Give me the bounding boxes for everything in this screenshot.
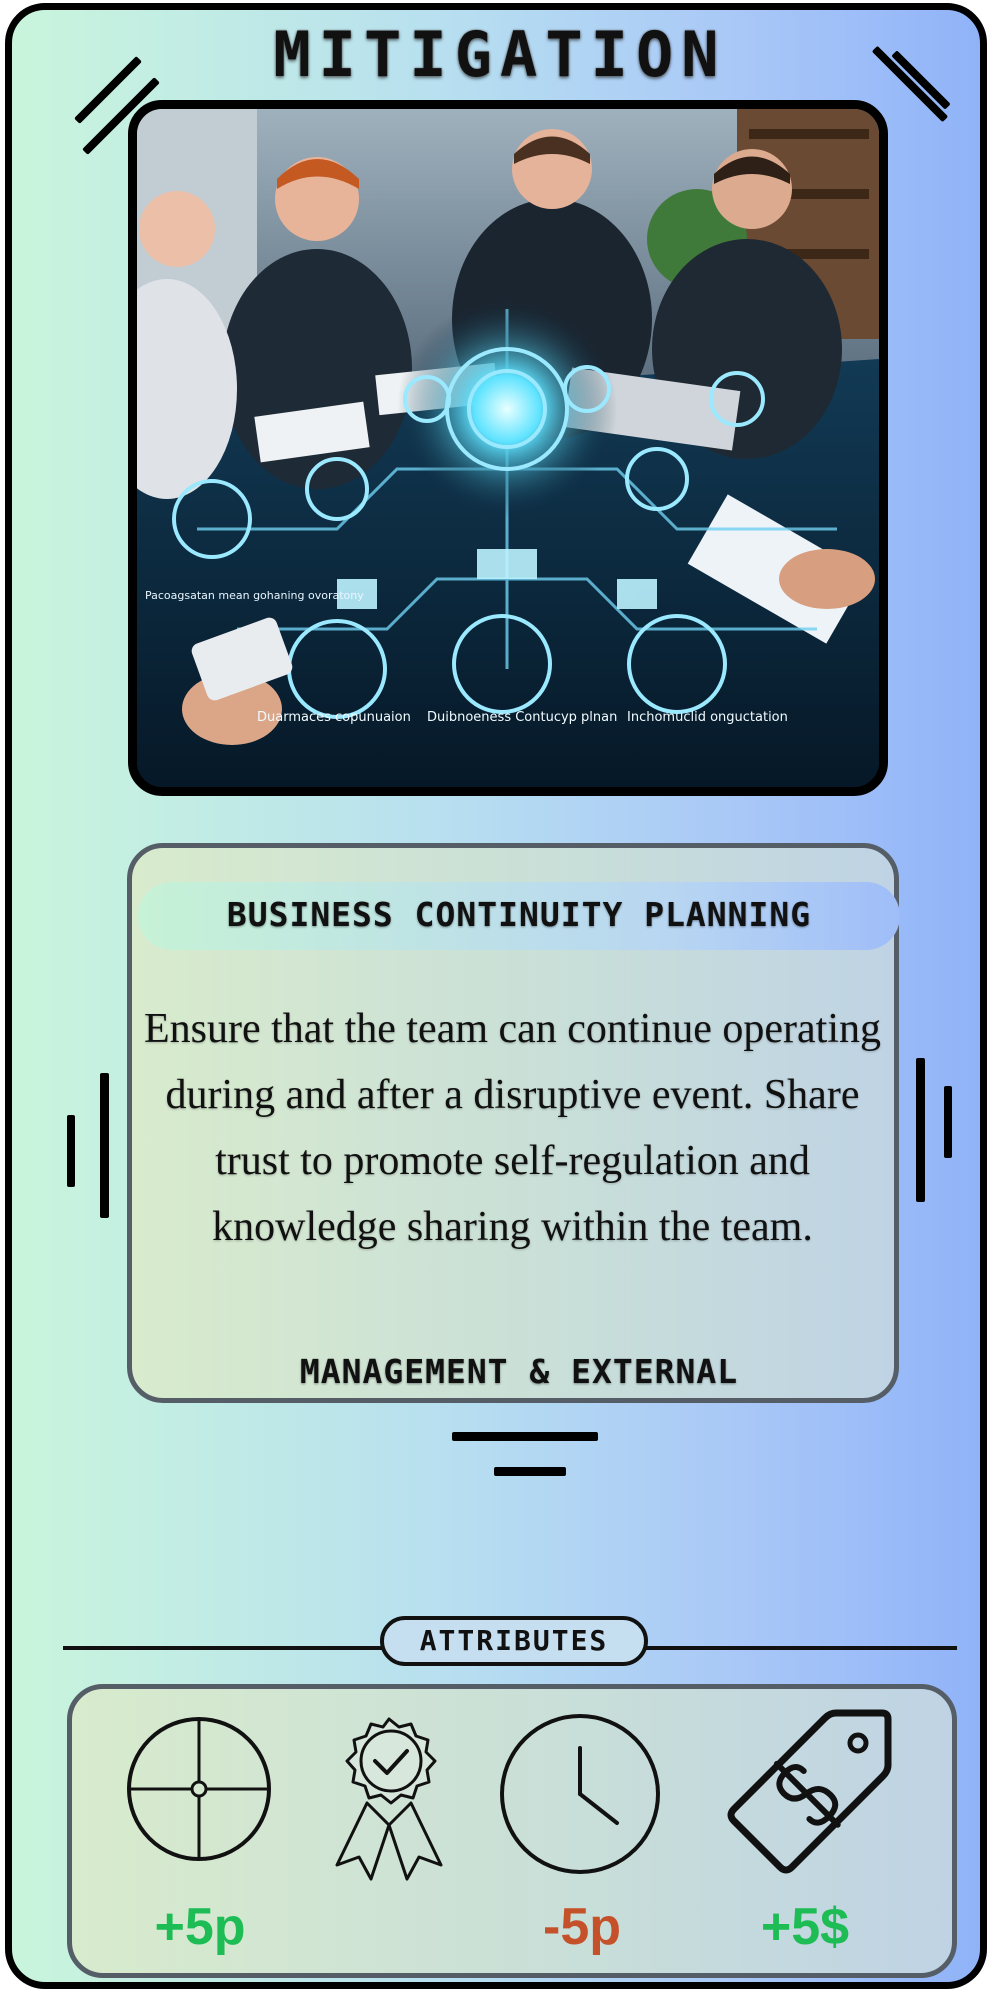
side-bar-right-long — [916, 1058, 925, 1202]
card-subtitle: BUSINESS CONTINUITY PLANNING — [226, 895, 812, 934]
attributes-label: ATTRIBUTES — [380, 1616, 648, 1666]
side-bar-right-short — [944, 1086, 952, 1158]
divider-bar-long — [452, 1432, 598, 1441]
award-ribbon-icon — [335, 1717, 443, 1881]
card-description: Ensure that the team can continue operat… — [143, 1006, 882, 1250]
card-category: MANAGEMENT & EXTERNAL — [299, 1352, 739, 1391]
price-tag-dollar-icon — [727, 1709, 892, 1874]
crosshair-icon — [127, 1717, 271, 1861]
divider-bar-short — [494, 1467, 566, 1476]
attribute-value-3: -5p — [543, 1898, 621, 1956]
side-bar-left-long — [100, 1073, 109, 1218]
image-caption-left: Pacoagsatan mean gohaning ovoratony — [145, 589, 364, 602]
attribute-value-4: +5$ — [760, 1898, 850, 1956]
image-caption-2: Duibnoeness Contucyp plnan — [427, 710, 617, 725]
image-caption-1: Duarmaces copunuaion — [257, 710, 411, 725]
meeting-illustration: Pacoagsatan mean gohaning ovoratony Duar… — [137, 109, 879, 787]
card-illustration: Pacoagsatan mean gohaning ovoratony Duar… — [128, 100, 888, 796]
image-caption-3: Inchomuclid onguctation — [627, 710, 788, 725]
side-bar-left-short — [67, 1115, 75, 1187]
attribute-value-1: +5p — [154, 1898, 246, 1956]
clock-icon — [500, 1714, 660, 1874]
